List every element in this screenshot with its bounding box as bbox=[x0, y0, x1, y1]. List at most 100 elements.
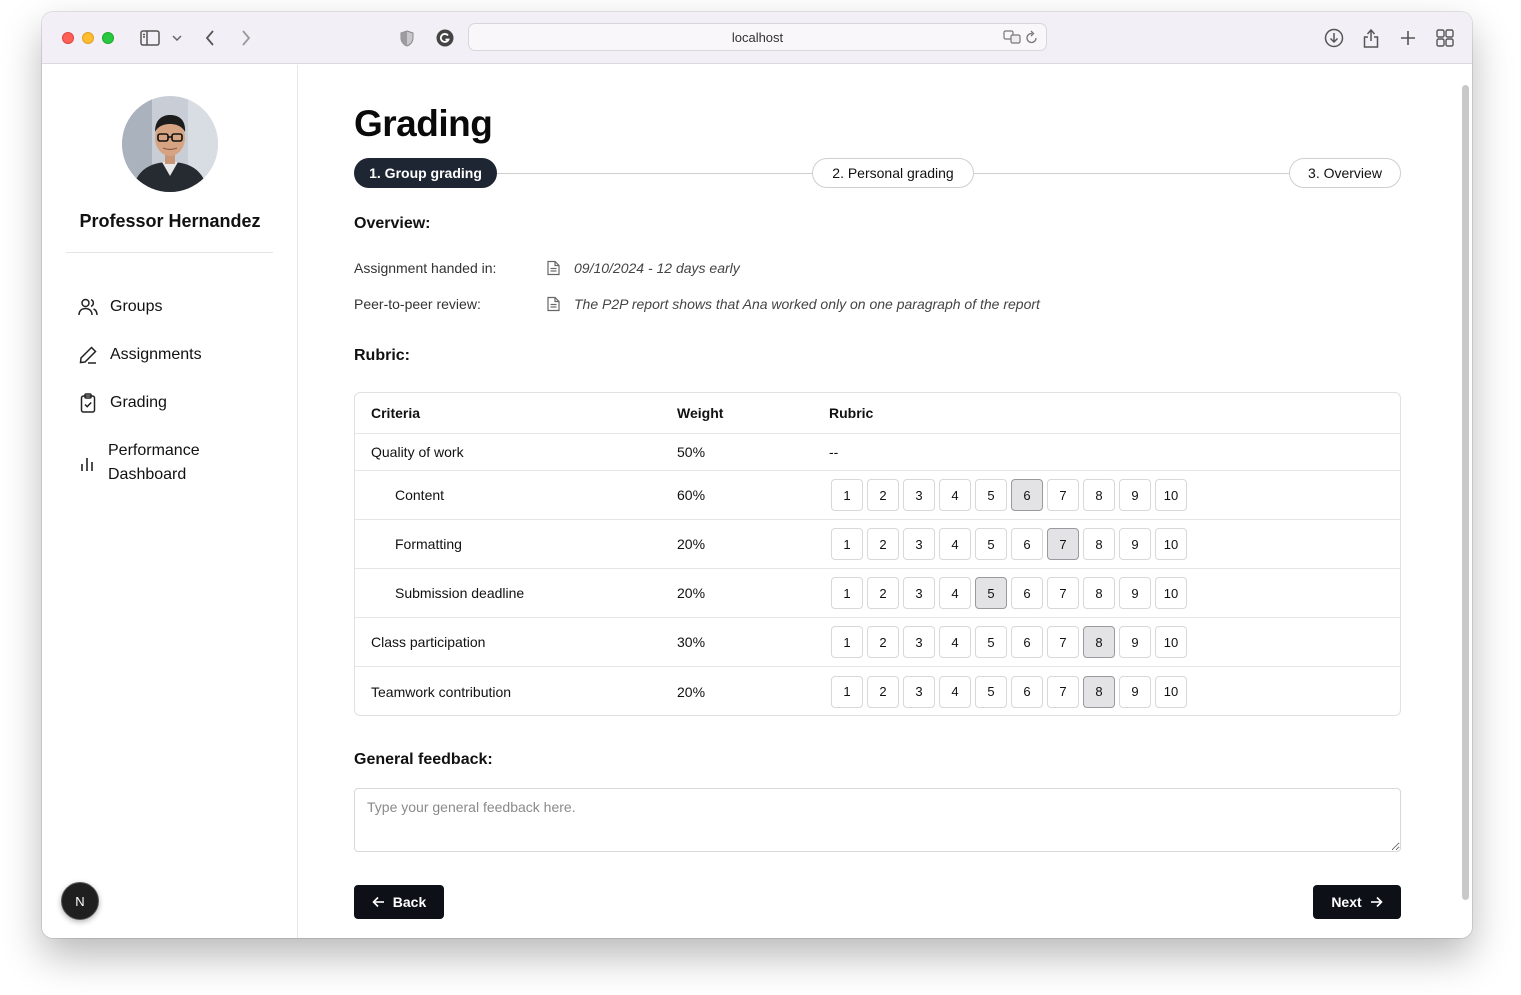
scrollbar[interactable] bbox=[1462, 85, 1469, 900]
score-option-6[interactable]: 6 bbox=[1011, 626, 1043, 658]
score-option-6[interactable]: 6 bbox=[1011, 528, 1043, 560]
sidebar-item-grading[interactable]: Grading bbox=[78, 393, 167, 413]
document-icon bbox=[547, 296, 560, 317]
next-button[interactable]: Next bbox=[1313, 885, 1401, 919]
score-option-8[interactable]: 8 bbox=[1083, 675, 1115, 708]
back-nav-icon[interactable] bbox=[200, 25, 220, 51]
score-option-5[interactable]: 5 bbox=[975, 675, 1007, 708]
score-option-2[interactable]: 2 bbox=[867, 675, 899, 708]
weight-cell: 60% bbox=[677, 487, 706, 503]
score-option-5[interactable]: 5 bbox=[975, 577, 1007, 609]
score-option-4[interactable]: 4 bbox=[939, 675, 971, 708]
score-option-3[interactable]: 3 bbox=[903, 479, 935, 511]
score-option-1[interactable]: 1 bbox=[831, 626, 863, 658]
score-option-9[interactable]: 9 bbox=[1119, 626, 1151, 658]
score-option-1[interactable]: 1 bbox=[831, 479, 863, 511]
score-option-4[interactable]: 4 bbox=[939, 626, 971, 658]
score-option-8[interactable]: 8 bbox=[1083, 528, 1115, 560]
share-icon[interactable] bbox=[1360, 25, 1382, 51]
score-option-10[interactable]: 10 bbox=[1155, 528, 1187, 560]
score-option-4[interactable]: 4 bbox=[939, 479, 971, 511]
arrow-left-icon bbox=[372, 896, 384, 908]
score-option-8[interactable]: 8 bbox=[1083, 626, 1115, 658]
score-option-8[interactable]: 8 bbox=[1083, 479, 1115, 511]
privacy-shield-icon[interactable] bbox=[397, 25, 417, 51]
score-option-7[interactable]: 7 bbox=[1047, 626, 1079, 658]
score-option-1[interactable]: 1 bbox=[831, 528, 863, 560]
score-option-10[interactable]: 10 bbox=[1155, 626, 1187, 658]
sidebar-item-performance-dashboard[interactable]: Performance Dashboard bbox=[78, 439, 218, 487]
score-option-10[interactable]: 10 bbox=[1155, 479, 1187, 511]
score-option-9[interactable]: 9 bbox=[1119, 577, 1151, 609]
score-option-9[interactable]: 9 bbox=[1119, 479, 1151, 511]
tab-overview-icon[interactable] bbox=[1434, 25, 1456, 51]
feedback-heading: General feedback: bbox=[354, 751, 493, 768]
sidebar-item-groups[interactable]: Groups bbox=[78, 297, 162, 317]
score-option-5[interactable]: 5 bbox=[975, 626, 1007, 658]
score-option-2[interactable]: 2 bbox=[867, 577, 899, 609]
score-option-10[interactable]: 10 bbox=[1155, 675, 1187, 708]
general-feedback-input[interactable] bbox=[354, 788, 1401, 852]
score-option-1[interactable]: 1 bbox=[831, 675, 863, 708]
score-option-7[interactable]: 7 bbox=[1047, 479, 1079, 511]
handed-in-label: Assignment handed in: bbox=[354, 260, 497, 276]
score-option-10[interactable]: 10 bbox=[1155, 577, 1187, 609]
score-option-3[interactable]: 3 bbox=[903, 528, 935, 560]
score-option-6[interactable]: 6 bbox=[1011, 577, 1043, 609]
minimize-window-button[interactable] bbox=[82, 32, 94, 44]
weight-cell: 20% bbox=[677, 585, 706, 601]
score-option-5[interactable]: 5 bbox=[975, 528, 1007, 560]
step-overview[interactable]: 3. Overview bbox=[1289, 158, 1401, 188]
nextjs-badge[interactable]: N bbox=[61, 882, 99, 920]
arrow-right-icon bbox=[1370, 896, 1383, 908]
score-option-6[interactable]: 6 bbox=[1011, 479, 1043, 511]
reload-icon[interactable] bbox=[1026, 30, 1038, 44]
score-option-1[interactable]: 1 bbox=[831, 577, 863, 609]
main-content: Grading 1. Group grading 2. Personal gra… bbox=[298, 65, 1472, 938]
close-window-button[interactable] bbox=[62, 32, 74, 44]
score-option-6[interactable]: 6 bbox=[1011, 675, 1043, 708]
score-option-4[interactable]: 4 bbox=[939, 528, 971, 560]
step-group-grading[interactable]: 1. Group grading bbox=[354, 158, 497, 188]
bar-chart-icon bbox=[81, 458, 93, 471]
score-option-7[interactable]: 7 bbox=[1047, 675, 1079, 708]
stepper-connector bbox=[974, 173, 1290, 174]
download-icon[interactable] bbox=[1323, 25, 1345, 51]
score-option-5[interactable]: 5 bbox=[975, 479, 1007, 511]
handed-in-value: 09/10/2024 - 12 days early bbox=[574, 260, 740, 276]
score-option-2[interactable]: 2 bbox=[867, 528, 899, 560]
step-personal-grading[interactable]: 2. Personal grading bbox=[812, 158, 974, 188]
chevron-down-icon[interactable] bbox=[170, 25, 184, 51]
grammarly-icon[interactable] bbox=[435, 25, 455, 51]
zoom-window-button[interactable] bbox=[102, 32, 114, 44]
score-option-3[interactable]: 3 bbox=[903, 675, 935, 708]
score-option-7[interactable]: 7 bbox=[1047, 577, 1079, 609]
address-bar[interactable]: localhost bbox=[468, 23, 1047, 51]
weight-cell: 20% bbox=[677, 683, 706, 700]
score-option-4[interactable]: 4 bbox=[939, 577, 971, 609]
criteria-cell: Submission deadline bbox=[395, 585, 525, 601]
score-option-2[interactable]: 2 bbox=[867, 626, 899, 658]
score-option-3[interactable]: 3 bbox=[903, 626, 935, 658]
table-row: Submission deadline 20% 1 2 3 4 5 6 7 8 9 10 bbox=[355, 569, 1400, 618]
score-option-9[interactable]: 9 bbox=[1119, 528, 1151, 560]
stepper-connector bbox=[496, 173, 812, 174]
back-button[interactable]: Back bbox=[354, 885, 444, 919]
sidebar-item-assignments[interactable]: Assignments bbox=[78, 345, 202, 365]
score-option-7[interactable]: 7 bbox=[1047, 528, 1079, 560]
column-header-rubric: Rubric bbox=[829, 405, 874, 421]
translate-icon[interactable] bbox=[1003, 30, 1021, 44]
browser-toolbar: localhost bbox=[42, 12, 1472, 64]
address-text: localhost bbox=[731, 29, 784, 45]
forward-nav-icon[interactable] bbox=[236, 25, 256, 51]
score-option-3[interactable]: 3 bbox=[903, 577, 935, 609]
sidebar-item-label: Performance Dashboard bbox=[108, 442, 200, 483]
score-option-9[interactable]: 9 bbox=[1119, 675, 1151, 708]
score-option-2[interactable]: 2 bbox=[867, 479, 899, 511]
sidebar-toggle-icon[interactable] bbox=[138, 25, 162, 51]
score-option-8[interactable]: 8 bbox=[1083, 577, 1115, 609]
score-selector: 1 2 3 4 5 6 7 8 9 10 bbox=[831, 675, 1187, 708]
table-row: Content 60% 1 2 3 4 5 6 7 8 9 10 bbox=[355, 471, 1400, 520]
new-tab-icon[interactable] bbox=[1397, 25, 1419, 51]
back-button-label: Back bbox=[392, 894, 427, 910]
